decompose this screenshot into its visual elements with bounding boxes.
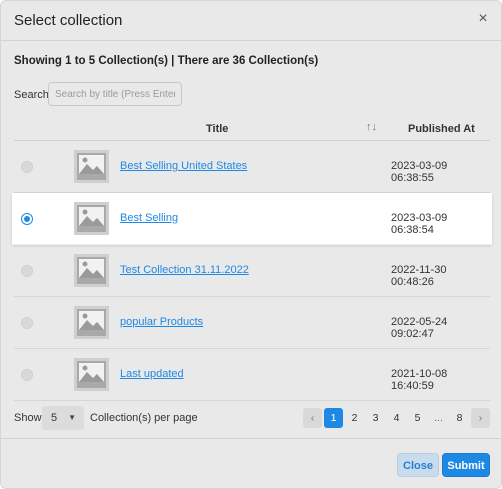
chevron-down-icon: ▼: [68, 413, 76, 422]
column-header-title: Title: [206, 123, 229, 135]
submit-button[interactable]: Submit: [442, 453, 490, 477]
row-radio[interactable]: [21, 161, 33, 173]
table-row[interactable]: Best Selling 2023-03-09 06:38:54: [12, 193, 492, 245]
published-at: 2022-11-30 00:48:26: [391, 264, 447, 288]
collection-title-link[interactable]: popular Products: [120, 316, 203, 328]
select-collection-modal: Select collection × Showing 1 to 5 Colle…: [0, 0, 502, 489]
collections-table: Title ↑↓ Published At Best Selling Unite…: [12, 116, 492, 401]
search-label: Search:: [14, 89, 52, 101]
table-row[interactable]: Best Selling United States 2023-03-09 06…: [14, 141, 490, 193]
page-button-3[interactable]: 3: [366, 408, 385, 428]
page-button-5[interactable]: 5: [408, 408, 427, 428]
show-label: Show: [14, 412, 42, 424]
collection-title-link[interactable]: Test Collection 31.11.2022: [120, 264, 249, 276]
close-icon[interactable]: ×: [476, 11, 490, 27]
table-body: Best Selling United States 2023-03-09 06…: [12, 141, 492, 401]
close-button[interactable]: Close: [397, 453, 439, 477]
sort-icon[interactable]: ↑↓: [366, 121, 377, 133]
image-placeholder-icon: [74, 358, 109, 391]
prev-page-button[interactable]: ‹: [303, 408, 322, 428]
per-page-label: Collection(s) per page: [90, 412, 198, 424]
collection-title-link[interactable]: Best Selling United States: [120, 160, 247, 172]
page-button-1[interactable]: 1: [324, 408, 343, 428]
next-page-button[interactable]: ›: [471, 408, 490, 428]
footer-divider: [1, 438, 501, 439]
page-button-8[interactable]: 8: [450, 408, 469, 428]
collection-title-link[interactable]: Best Selling: [120, 212, 178, 224]
table-row[interactable]: Test Collection 31.11.2022 2022-11-30 00…: [14, 245, 490, 297]
column-header-published-at: Published At: [408, 123, 475, 135]
page-button-4[interactable]: 4: [387, 408, 406, 428]
row-radio[interactable]: [21, 265, 33, 277]
modal-header: Select collection ×: [1, 1, 501, 41]
page-size-value: 5: [51, 412, 58, 424]
modal-title: Select collection: [14, 12, 123, 29]
row-radio[interactable]: [21, 369, 33, 381]
results-summary: Showing 1 to 5 Collection(s) | There are…: [14, 55, 319, 67]
collection-title-link[interactable]: Last updated: [120, 368, 184, 380]
published-at: 2021-10-08 16:40:59: [391, 368, 448, 392]
pager: ‹ 1 2 3 4 5... 8 ›: [303, 406, 490, 430]
pagination-bar: Show 5 ▼ Collection(s) per page ‹ 1 2 3 4 5..…: [14, 406, 490, 430]
image-placeholder-icon: [74, 202, 109, 235]
published-at: 2023-03-09 06:38:54: [391, 212, 448, 236]
page-size-select[interactable]: 5 ▼: [42, 406, 84, 430]
row-radio[interactable]: [21, 317, 33, 329]
image-placeholder-icon: [74, 254, 109, 287]
row-radio[interactable]: [21, 213, 33, 225]
table-header: Title ↑↓ Published At: [14, 116, 490, 141]
page-button-2[interactable]: 2: [345, 408, 364, 428]
pagination-ellipsis: ...: [434, 412, 443, 424]
image-placeholder-icon: [74, 306, 109, 339]
search-input[interactable]: [48, 82, 182, 106]
table-row[interactable]: Last updated 2021-10-08 16:40:59: [14, 349, 490, 401]
table-row[interactable]: popular Products 2022-05-24 09:02:47: [14, 297, 490, 349]
image-placeholder-icon: [74, 150, 109, 183]
published-at: 2023-03-09 06:38:55: [391, 160, 448, 184]
published-at: 2022-05-24 09:02:47: [391, 316, 448, 340]
